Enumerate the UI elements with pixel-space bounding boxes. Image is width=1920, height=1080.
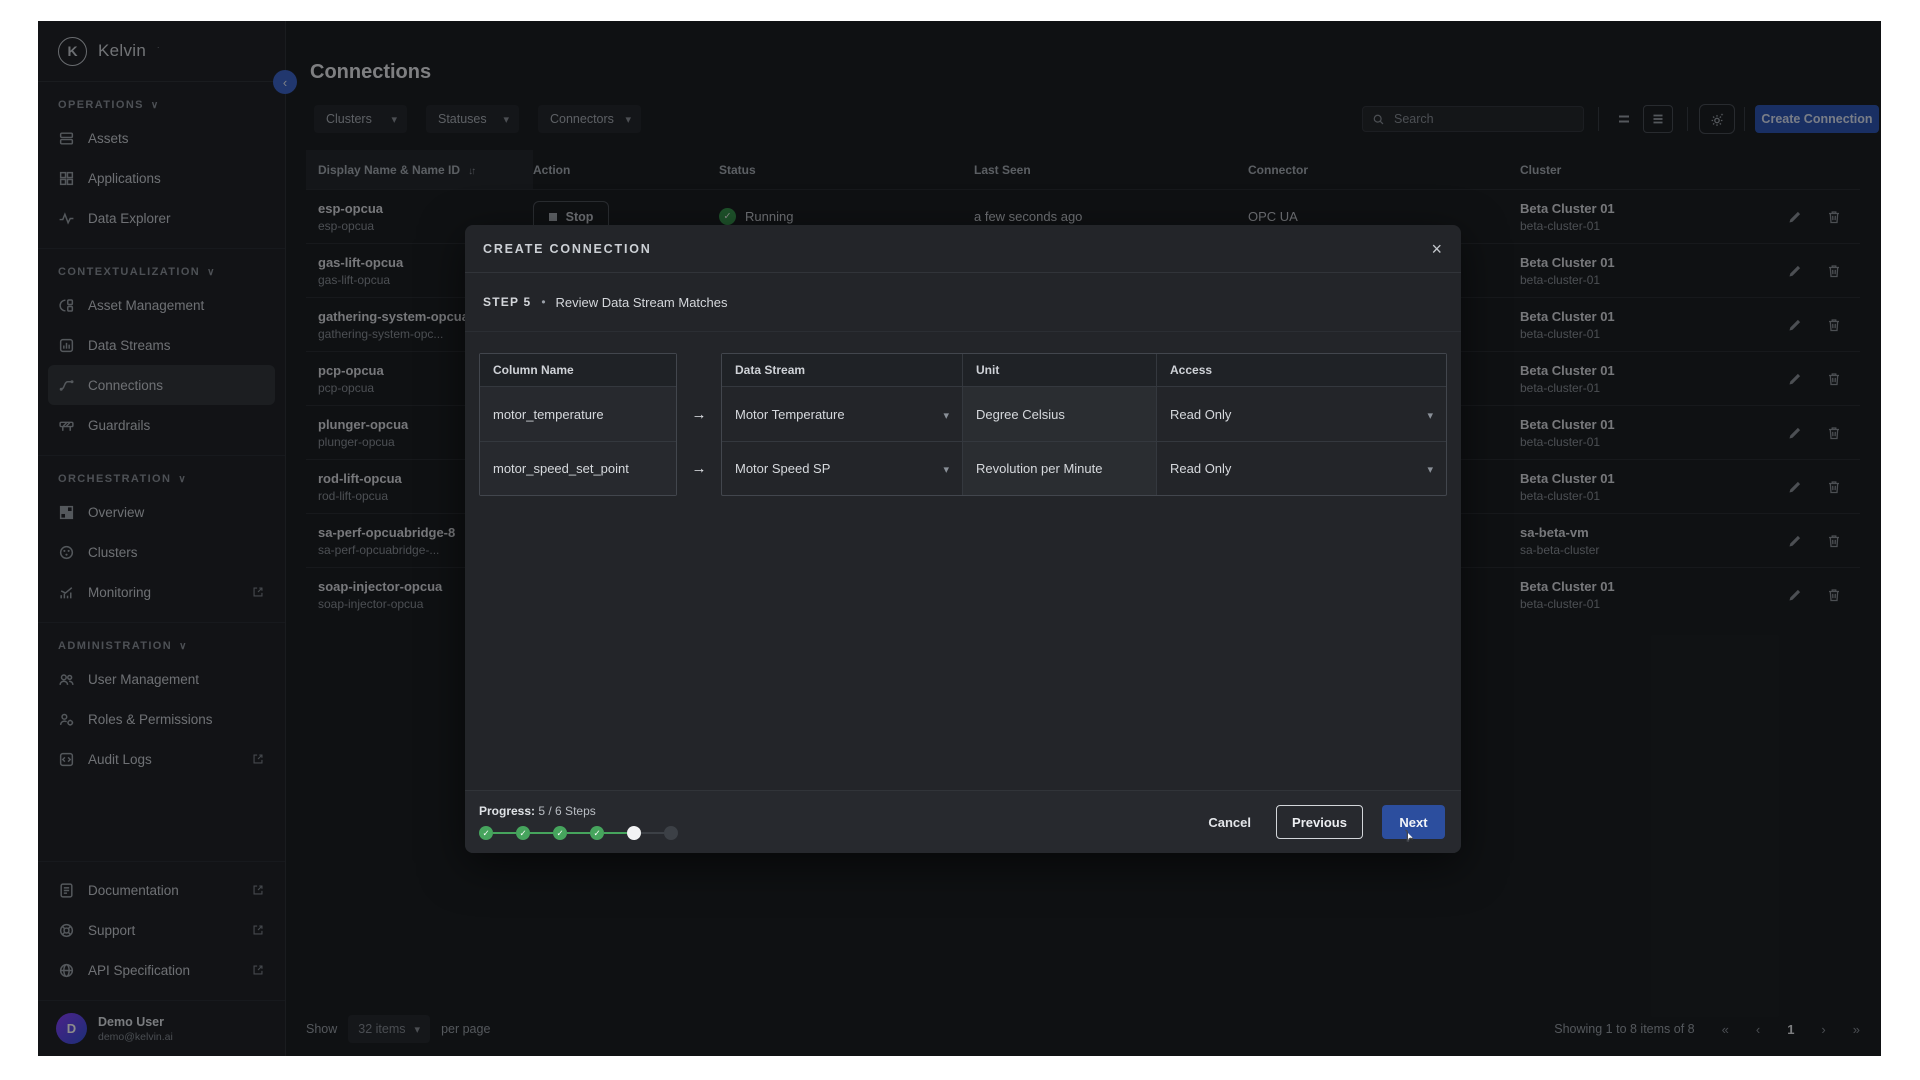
match-column-name: motor_speed_set_point [480,441,676,495]
unit-value: Revolution per Minute [962,441,1156,495]
modal-title: CREATE CONNECTION [483,242,652,256]
match-header-data-stream: Data Stream [722,354,962,387]
step-todo-icon [664,826,678,840]
chevron-down-icon [1427,407,1433,422]
chevron-down-icon [1427,461,1433,476]
step-title: Review Data Stream Matches [556,295,728,310]
chevron-down-icon [943,407,949,422]
match-header-unit: Unit [962,354,1156,387]
match-column-name: motor_temperature [480,387,676,441]
progress-value: 5 / 6 Steps [538,804,595,818]
match-header-access: Access [1156,354,1446,387]
access-select[interactable]: Read Only [1156,441,1446,495]
unit-value: Degree Celsius [962,387,1156,441]
step-done-icon [590,826,604,840]
previous-button[interactable]: Previous [1276,805,1363,839]
data-stream-select[interactable]: Motor Speed SP [722,441,962,495]
match-header-column-name: Column Name [480,354,676,387]
arrow-right-icon [692,406,707,423]
step-done-icon [553,826,567,840]
step-dots [479,826,678,840]
chevron-down-icon [943,461,949,476]
arrow-right-icon [692,460,707,477]
data-stream-match-table: Column Name motor_temperature motor_spee… [479,353,1447,496]
create-connection-modal: CREATE CONNECTION STEP 5 Review Data Str… [465,225,1461,853]
step-done-icon [479,826,493,840]
cancel-button[interactable]: Cancel [1202,814,1257,831]
data-stream-select[interactable]: Motor Temperature [722,387,962,441]
progress-label: Progress: [479,804,535,818]
next-button[interactable]: Next [1382,805,1445,839]
close-icon[interactable] [1431,240,1442,258]
step-done-icon [516,826,530,840]
step-current-icon [627,826,641,840]
access-select[interactable]: Read Only [1156,387,1446,441]
step-label: STEP 5 [483,295,531,309]
app-window: K Kelvin ˙ OPERATIONS Assets Application… [38,21,1881,1056]
progress-indicator: Progress: 5 / 6 Steps [479,804,678,840]
bullet-icon [541,293,545,311]
